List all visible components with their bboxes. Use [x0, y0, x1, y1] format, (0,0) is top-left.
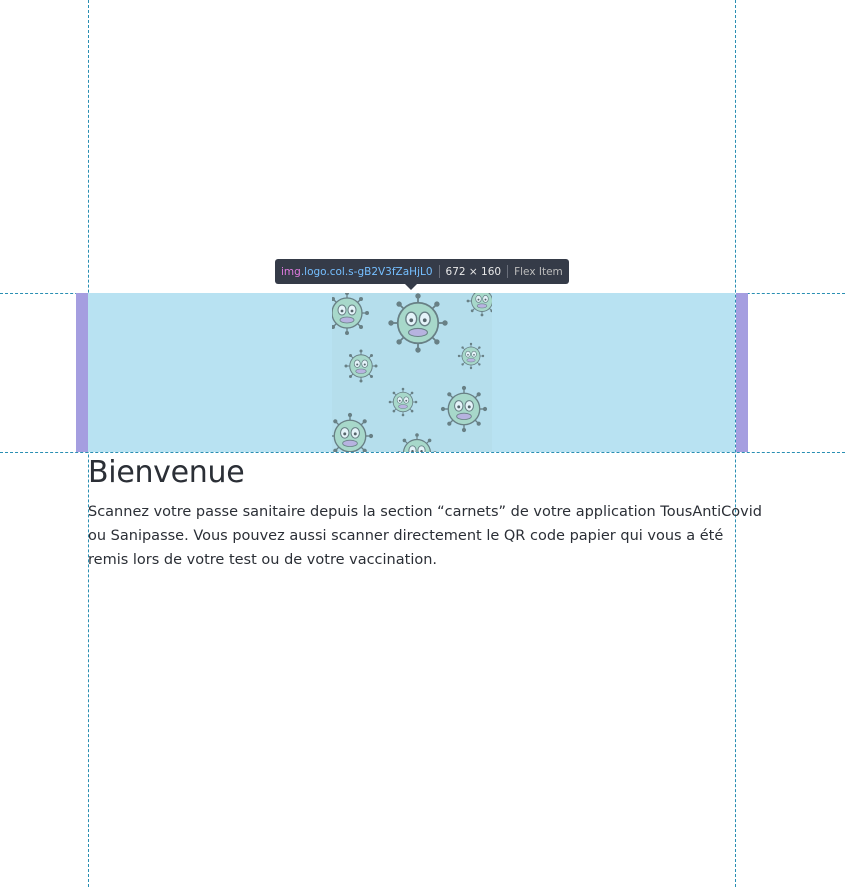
- tooltip-separator: [507, 265, 509, 278]
- tooltip-dimensions: 672 × 160: [445, 265, 502, 278]
- page: img .logo.col.s-gB2V3fZaHjL0 672 × 160 Fl…: [0, 0, 845, 887]
- guide-line-bottom: [0, 452, 845, 453]
- logo-image: [332, 293, 492, 452]
- page-title: Bienvenue: [88, 455, 245, 490]
- tooltip-classes: .logo.col.s-gB2V3fZaHjL0: [300, 265, 433, 278]
- tooltip-separator: [438, 265, 440, 278]
- margin-highlight-right: [736, 293, 748, 452]
- margin-highlight-left: [76, 293, 88, 452]
- tooltip-tag: img: [281, 265, 301, 278]
- virus-illustration: [332, 293, 492, 452]
- inspector-tooltip: img .logo.col.s-gB2V3fZaHjL0 672 × 160 Fl…: [275, 259, 569, 290]
- tooltip-kind: Flex Item: [514, 265, 563, 278]
- welcome-description: Scannez votre passe sanitaire depuis la …: [88, 504, 762, 568]
